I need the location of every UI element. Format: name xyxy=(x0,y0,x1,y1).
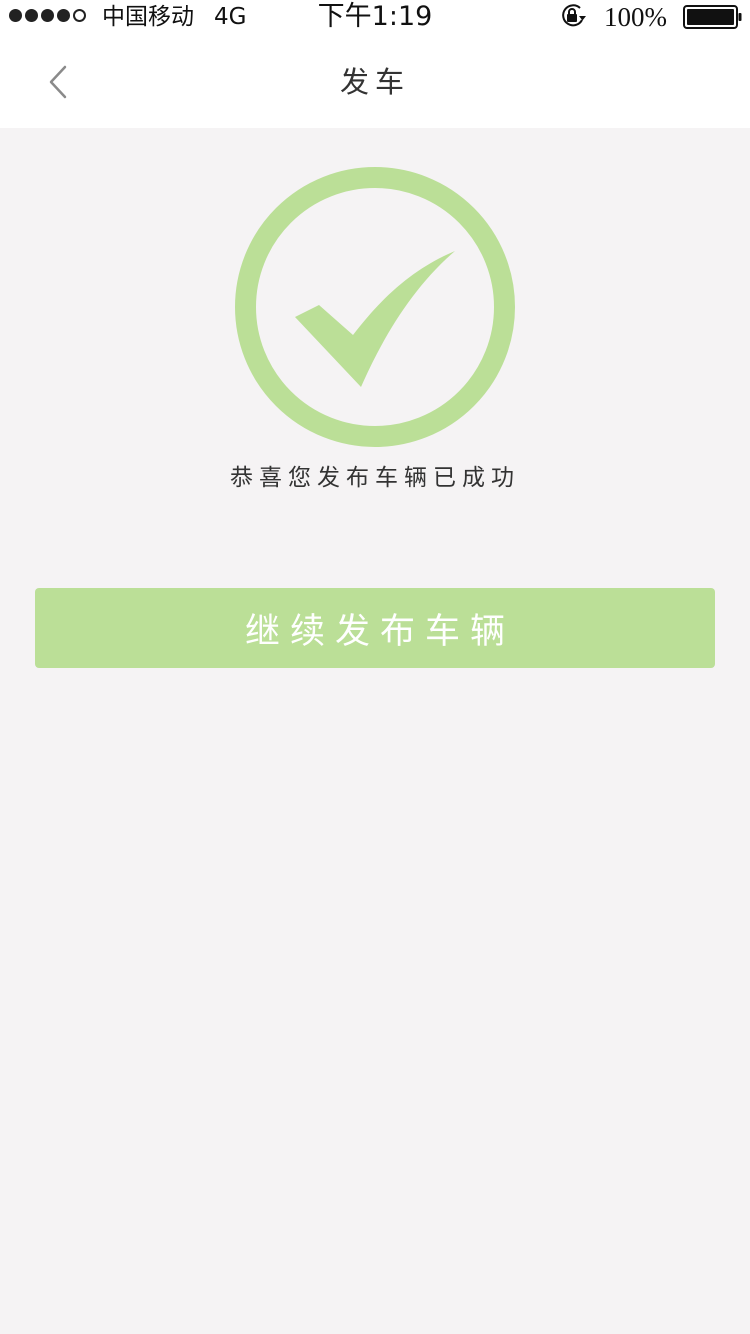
check-circle-icon xyxy=(235,167,515,447)
screen: 中国移动 4G 下午1:19 100% 发车 恭喜您发布车辆已成功 继续发布车辆 xyxy=(0,0,750,1334)
nav-bar: 发车 xyxy=(0,34,750,128)
success-message: 恭喜您发布车辆已成功 xyxy=(230,465,520,491)
battery-icon xyxy=(683,5,742,29)
orientation-lock-icon xyxy=(562,4,586,27)
battery-percent: 100% xyxy=(604,2,667,32)
page-title: 发车 xyxy=(339,65,410,99)
continue-publish-button[interactable]: 继续发布车辆 xyxy=(35,588,715,668)
status-bar: 中国移动 4G 下午1:19 100% xyxy=(0,0,750,34)
